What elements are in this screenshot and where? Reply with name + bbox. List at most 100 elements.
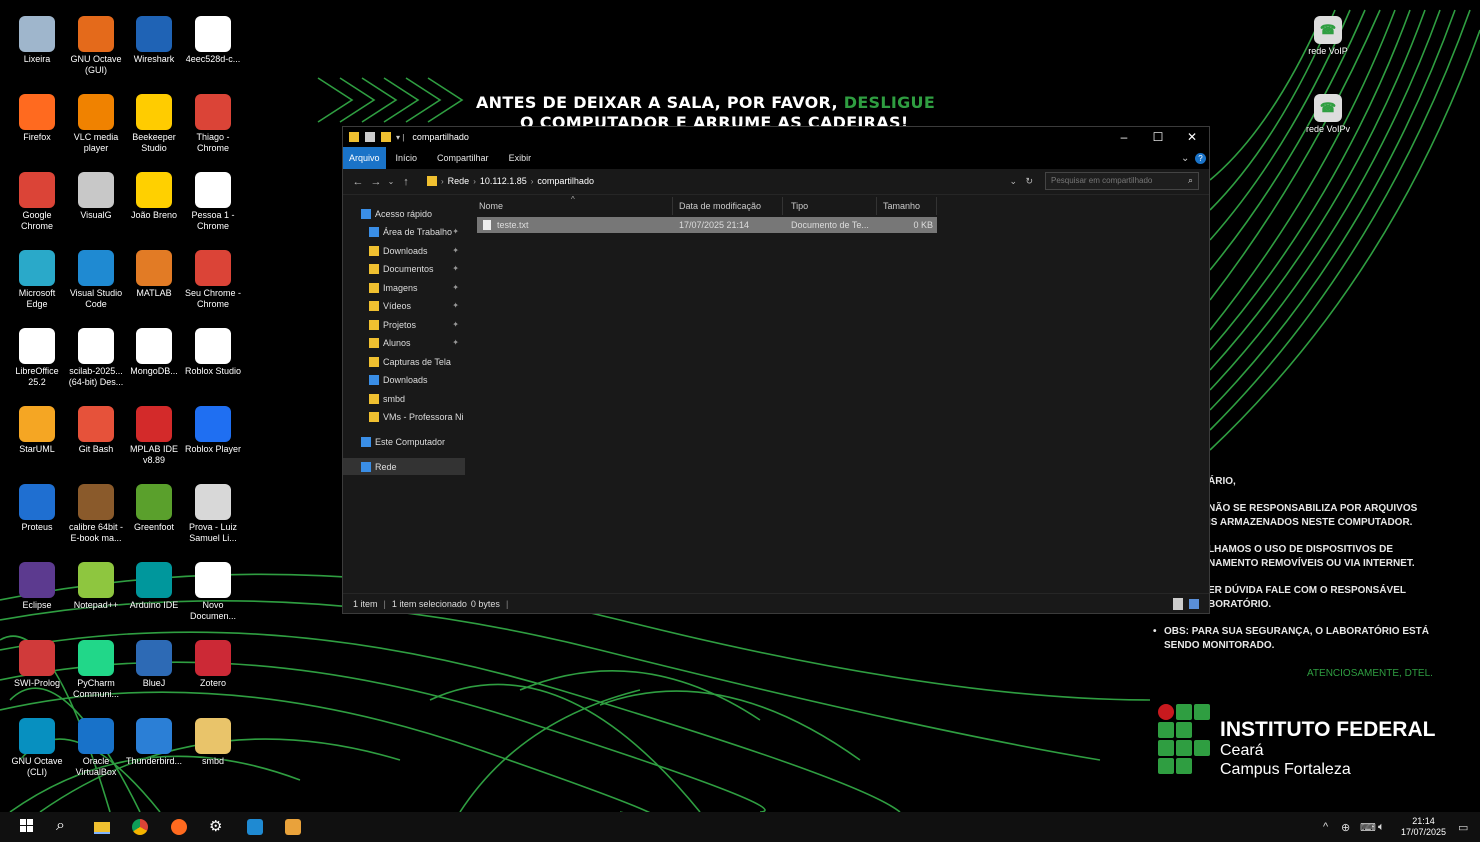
- quick-access-toolbar-chevron-icon[interactable]: ▾ |: [396, 133, 404, 142]
- nav-item[interactable]: Downloads ✦: [343, 242, 465, 259]
- desktop-icon[interactable]: Prova - Luiz Samuel Li...: [183, 484, 243, 544]
- file-row[interactable]: teste.txt 17/07/2025 21:14 Documento de …: [477, 217, 937, 233]
- desktop-icon[interactable]: PyCharm Communi...: [66, 640, 126, 700]
- desktop-icon[interactable]: Visual Studio Code: [66, 250, 126, 310]
- breadcrumb-rede[interactable]: Rede: [448, 176, 470, 186]
- chrome-icon[interactable]: [132, 819, 148, 835]
- maximize-button[interactable]: ☐: [1141, 127, 1175, 147]
- nav-item[interactable]: Capturas de Tela: [343, 353, 465, 370]
- desktop-icon-rede-voip[interactable]: ☎ rede VoIP: [1298, 16, 1358, 57]
- minimize-button[interactable]: –: [1107, 127, 1141, 147]
- address-dropdown-chevron-icon[interactable]: ⌄: [1009, 176, 1017, 187]
- desktop-icon[interactable]: João Breno: [124, 172, 184, 221]
- column-header-data[interactable]: Data de modificação: [673, 197, 783, 215]
- notification-icon[interactable]: ▭: [1458, 821, 1468, 834]
- back-arrow-icon[interactable]: ←: [349, 176, 367, 188]
- file-explorer-window[interactable]: ▾ | compartilhado – ☐ ✕ Arquivo Início C…: [342, 126, 1210, 614]
- gear-icon[interactable]: ⚙: [209, 817, 225, 835]
- desktop-icon[interactable]: Arduino IDE: [124, 562, 184, 611]
- desktop-icon[interactable]: Git Bash: [66, 406, 126, 455]
- nav-item[interactable]: Documentos ✦: [343, 260, 465, 277]
- desktop-icon[interactable]: StarUML: [7, 406, 67, 455]
- start-icon[interactable]: [20, 819, 36, 835]
- forward-arrow-icon[interactable]: →: [367, 176, 385, 188]
- tab-arquivo[interactable]: Arquivo: [343, 147, 386, 169]
- address-bar[interactable]: › Rede › 10.112.1.85 › compartilhado ⌄ ↻: [427, 172, 1037, 190]
- desktop-icon[interactable]: Novo Documen...: [183, 562, 243, 622]
- desktop-icon[interactable]: Roblox Player: [183, 406, 243, 455]
- desktop-icon[interactable]: GNU Octave (CLI): [7, 718, 67, 778]
- desktop-icon[interactable]: calibre 64bit - E-book ma...: [66, 484, 126, 544]
- desktop-icon[interactable]: Firefox: [7, 94, 67, 143]
- column-header-tamanho[interactable]: Tamanho: [877, 197, 937, 215]
- expand-ribbon-chevron-icon[interactable]: ⌄: [1181, 153, 1189, 164]
- help-icon[interactable]: ?: [1195, 153, 1206, 164]
- details-view-icon[interactable]: [1173, 597, 1183, 610]
- desktop-icon[interactable]: Google Chrome: [7, 172, 67, 232]
- desktop-icon[interactable]: Thiago - Chrome: [183, 94, 243, 154]
- desktop-icon[interactable]: Beekeeper Studio: [124, 94, 184, 154]
- desktop-icon-rede-voipv[interactable]: ☎ rede VoIPv: [1298, 94, 1358, 135]
- desktop-icon[interactable]: smbd: [183, 718, 243, 767]
- network-icon[interactable]: ⊕: [1341, 821, 1350, 834]
- desktop-icon[interactable]: VisualG: [66, 172, 126, 221]
- keyboard-icon[interactable]: ⌨: [1360, 821, 1376, 834]
- ubuntu-icon[interactable]: [285, 819, 301, 835]
- desktop-icon[interactable]: Thunderbird...: [124, 718, 184, 767]
- nav-item[interactable]: Este Computador: [343, 433, 465, 450]
- recent-locations-chevron-icon[interactable]: ⌄: [385, 177, 397, 186]
- desktop-icon[interactable]: MATLAB: [124, 250, 184, 299]
- desktop-icon[interactable]: GNU Octave (GUI): [66, 16, 126, 76]
- nav-item[interactable]: Rede: [343, 458, 465, 475]
- desktop-icon[interactable]: Oracle VirtualBox: [66, 718, 126, 778]
- desktop-icon[interactable]: 4eec528d-c...: [183, 16, 243, 65]
- desktop-icon[interactable]: Wireshark: [124, 16, 184, 65]
- desktop-icon[interactable]: Eclipse: [7, 562, 67, 611]
- new-folder-icon[interactable]: [381, 132, 391, 142]
- properties-icon[interactable]: [365, 132, 375, 142]
- refresh-icon[interactable]: ↻: [1025, 176, 1033, 187]
- nav-item[interactable]: Área de Trabalho ✦: [343, 223, 465, 240]
- firefox-icon[interactable]: [171, 819, 187, 835]
- desktop-icon[interactable]: Pessoa 1 - Chrome: [183, 172, 243, 232]
- desktop-icon[interactable]: SWI-Prolog: [7, 640, 67, 689]
- desktop-icon[interactable]: VLC media player: [66, 94, 126, 154]
- desktop-icon[interactable]: Roblox Studio: [183, 328, 243, 377]
- nav-item[interactable]: Acesso rápido: [343, 205, 465, 222]
- nav-item[interactable]: VMs - Professora Ni: [343, 408, 465, 425]
- desktop-icon[interactable]: Microsoft Edge: [7, 250, 67, 310]
- tab-inicio[interactable]: Início: [386, 147, 428, 169]
- large-icons-view-icon[interactable]: [1189, 598, 1199, 609]
- nav-item[interactable]: Imagens ✦: [343, 279, 465, 296]
- system-clock[interactable]: 21:14 17/07/2025: [1401, 816, 1446, 838]
- nav-item[interactable]: Alunos ✦: [343, 334, 465, 351]
- desktop-icon[interactable]: Greenfoot: [124, 484, 184, 533]
- desktop-icon[interactable]: Lixeira: [7, 16, 67, 65]
- vscode-icon[interactable]: [247, 819, 263, 835]
- tab-exibir[interactable]: Exibir: [499, 147, 542, 169]
- title-bar[interactable]: ▾ | compartilhado – ☐ ✕: [343, 127, 1209, 147]
- nav-item[interactable]: Vídeos ✦: [343, 297, 465, 314]
- column-header-tipo[interactable]: Tipo: [785, 197, 877, 215]
- desktop-icon[interactable]: BlueJ: [124, 640, 184, 689]
- breadcrumb-compartilhado[interactable]: compartilhado: [537, 176, 594, 186]
- desktop-icon[interactable]: MPLAB IDE v8.89: [124, 406, 184, 466]
- search-icon[interactable]: ⌕: [56, 817, 72, 834]
- up-arrow-icon[interactable]: ↑: [397, 176, 415, 188]
- nav-item[interactable]: Projetos ✦: [343, 316, 465, 333]
- desktop-icon[interactable]: scilab-2025... (64-bit) Des...: [66, 328, 126, 388]
- volume-icon[interactable]: 🔈︎: [1378, 821, 1385, 834]
- desktop-icon[interactable]: LibreOffice 25.2: [7, 328, 67, 388]
- file-explorer-icon[interactable]: [94, 822, 110, 834]
- search-input[interactable]: Pesquisar em compartilhado ⌕: [1045, 172, 1199, 190]
- close-button[interactable]: ✕: [1175, 127, 1209, 147]
- breadcrumb-host[interactable]: 10.112.1.85: [480, 176, 527, 186]
- desktop-icon[interactable]: Notepad++: [66, 562, 126, 611]
- nav-item[interactable]: smbd: [343, 390, 465, 407]
- desktop-icon[interactable]: Zotero: [183, 640, 243, 689]
- tray-overflow-chevron-icon[interactable]: ^: [1323, 821, 1328, 833]
- tab-compartilhar[interactable]: Compartilhar: [427, 147, 499, 169]
- desktop-icon[interactable]: Proteus: [7, 484, 67, 533]
- nav-item[interactable]: Downloads: [343, 371, 465, 388]
- desktop-icon[interactable]: MongoDB...: [124, 328, 184, 377]
